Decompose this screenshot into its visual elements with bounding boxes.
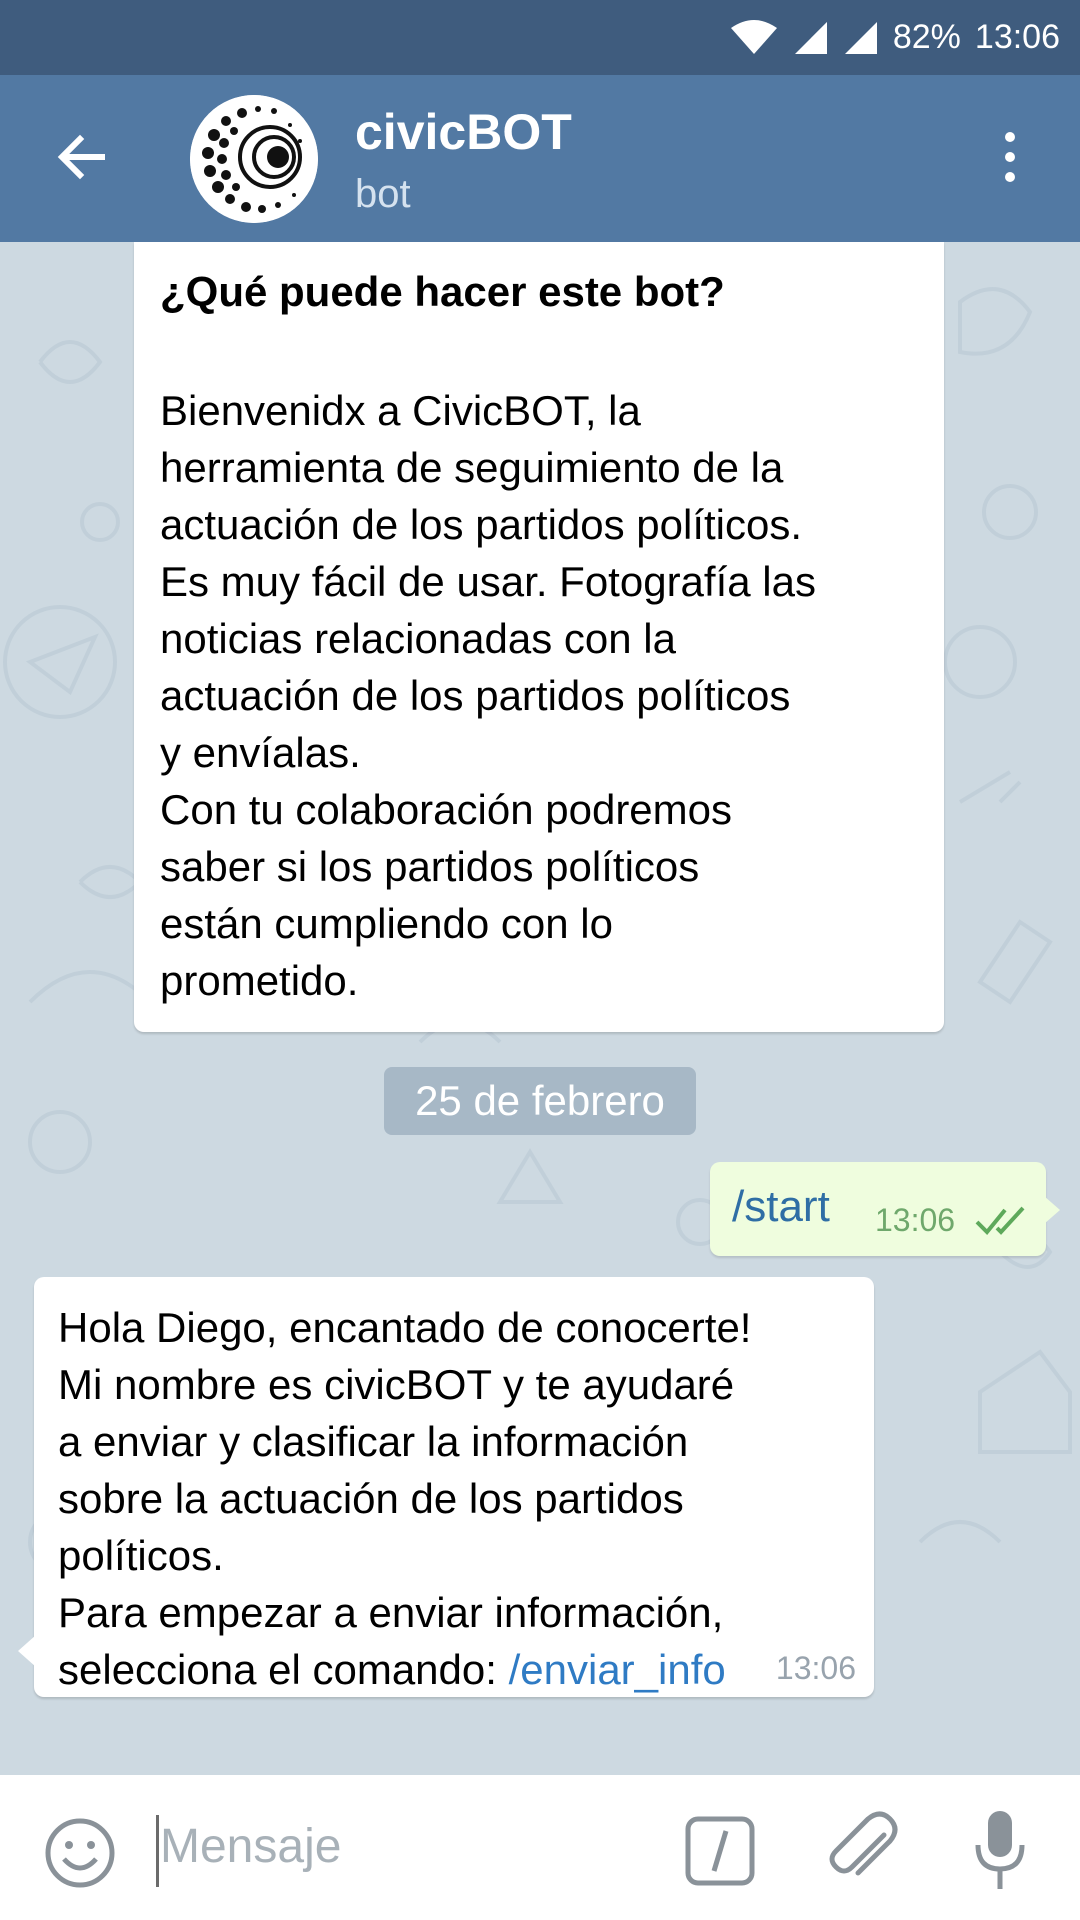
double-check-icon	[975, 1206, 1025, 1235]
microphone-icon[interactable]	[972, 1809, 1028, 1893]
incoming-message-time: 13:06	[775, 1650, 856, 1686]
command-link[interactable]: /enviar_info	[509, 1646, 726, 1693]
paperclip-icon[interactable]	[826, 1811, 898, 1891]
signal-icon	[794, 21, 827, 54]
more-vertical-icon[interactable]	[990, 127, 1030, 187]
message-input-bar: Mensaje	[0, 1775, 1080, 1920]
bot-description-message: ¿Qué puede hacer este bot? Bienvenidx a …	[134, 242, 944, 1032]
outgoing-message-text: /start	[732, 1182, 830, 1231]
incoming-message-body: Hola Diego, encantado de conocerte! Mi n…	[58, 1304, 752, 1693]
incoming-message[interactable]: Hola Diego, encantado de conocerte! Mi n…	[18, 1277, 874, 1698]
message-input[interactable]: Mensaje	[160, 1819, 341, 1874]
incoming-message-text: Hola Diego, encantado de conocerte! Mi n…	[58, 1299, 858, 1698]
outgoing-message[interactable]: /start 13:06	[710, 1162, 1060, 1256]
status-bar: 82% 13:06	[0, 0, 1080, 75]
battery-percent: 82%	[892, 18, 961, 56]
emoji-icon[interactable]	[44, 1817, 116, 1889]
chat-title[interactable]: civicBOT	[355, 103, 572, 161]
text-cursor	[156, 1815, 159, 1887]
bubble-tail	[1044, 1196, 1060, 1224]
chat-subtitle: bot	[355, 172, 411, 216]
clock: 13:06	[974, 18, 1060, 56]
bot-description-text: Bienvenidx a CivicBOT, la herramienta de…	[160, 387, 816, 1004]
outgoing-message-time: 13:06	[875, 1202, 956, 1238]
back-arrow-icon[interactable]	[52, 127, 112, 187]
avatar[interactable]	[190, 95, 318, 223]
date-separator: 25 de febrero	[384, 1067, 696, 1135]
slash-command-icon[interactable]	[684, 1815, 756, 1887]
signal-icon	[844, 21, 877, 54]
wifi-icon	[730, 19, 777, 54]
chat-area[interactable]: ¿Qué puede hacer este bot? Bienvenidx a …	[0, 242, 1080, 1775]
bubble-tail	[18, 1635, 36, 1667]
bot-description-title: ¿Qué puede hacer este bot?	[160, 268, 725, 315]
chat-header: civicBOT bot	[0, 75, 1080, 242]
